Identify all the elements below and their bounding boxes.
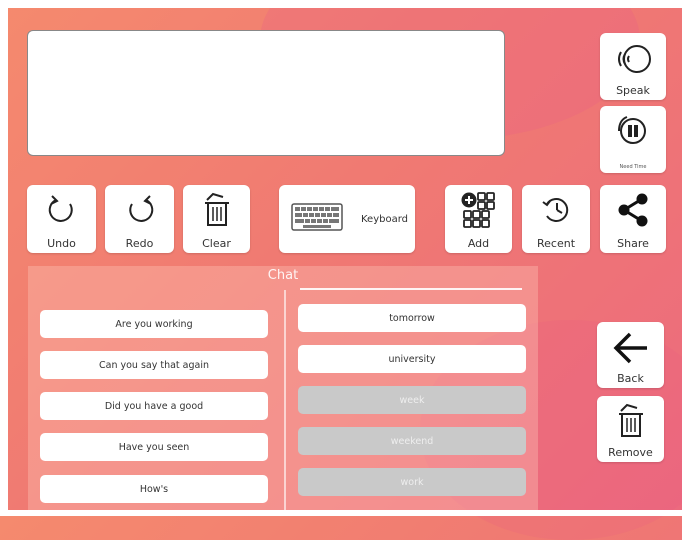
phrase-button[interactable]: Can you say that again (40, 351, 268, 379)
add-grid-icon (445, 191, 512, 229)
need-time-label: Need Time (619, 164, 647, 170)
history-icon (522, 191, 590, 227)
phrase-button[interactable]: Are you working (40, 310, 268, 338)
clear-button[interactable]: Clear (183, 185, 250, 253)
back-label: Back (617, 372, 644, 385)
word-button[interactable]: university (298, 345, 526, 373)
speak-button[interactable]: Speak (600, 33, 666, 100)
arrow-left-icon (597, 328, 664, 368)
word-button-disabled: week (298, 386, 526, 414)
share-icon (600, 191, 666, 229)
phrase-button[interactable]: Have you seen (40, 433, 268, 461)
word-button-disabled: weekend (298, 427, 526, 455)
redo-label: Redo (125, 237, 154, 250)
clear-label: Clear (202, 237, 231, 250)
undo-label: Undo (47, 237, 76, 250)
add-button[interactable]: Add (445, 185, 512, 253)
message-text-area[interactable] (27, 30, 505, 156)
phrase-button[interactable]: Did you have a good (40, 392, 268, 420)
screen-border (0, 0, 8, 516)
undo-icon (27, 191, 96, 227)
redo-icon (105, 191, 174, 227)
need-time-button[interactable]: Need Time (600, 106, 666, 173)
add-label: Add (467, 237, 490, 250)
word-button[interactable]: tomorrow (298, 304, 526, 332)
remove-label: Remove (608, 446, 653, 459)
keyboard-label: Keyboard (361, 213, 409, 225)
need-time-icon (600, 112, 666, 152)
keyboard-icon (291, 203, 343, 235)
share-button[interactable]: Share (600, 185, 666, 253)
screen-border (0, 0, 682, 8)
chat-title-underline (300, 288, 522, 290)
screen-border (0, 510, 682, 516)
trash-icon (597, 402, 664, 440)
recent-button[interactable]: Recent (522, 185, 590, 253)
chat-column-divider (284, 290, 286, 510)
back-button[interactable]: Back (597, 322, 664, 388)
undo-button[interactable]: Undo (27, 185, 96, 253)
speak-label: Speak (616, 84, 650, 97)
recent-label: Recent (536, 237, 576, 250)
share-label: Share (617, 237, 649, 250)
chat-title: Chat (267, 268, 299, 283)
word-button-disabled: work (298, 468, 526, 496)
trash-icon (183, 191, 250, 229)
phrase-button[interactable]: How's (40, 475, 268, 503)
redo-button[interactable]: Redo (105, 185, 174, 253)
remove-button[interactable]: Remove (597, 396, 664, 462)
speak-icon (600, 39, 666, 79)
keyboard-button[interactable]: Keyboard (279, 185, 415, 253)
